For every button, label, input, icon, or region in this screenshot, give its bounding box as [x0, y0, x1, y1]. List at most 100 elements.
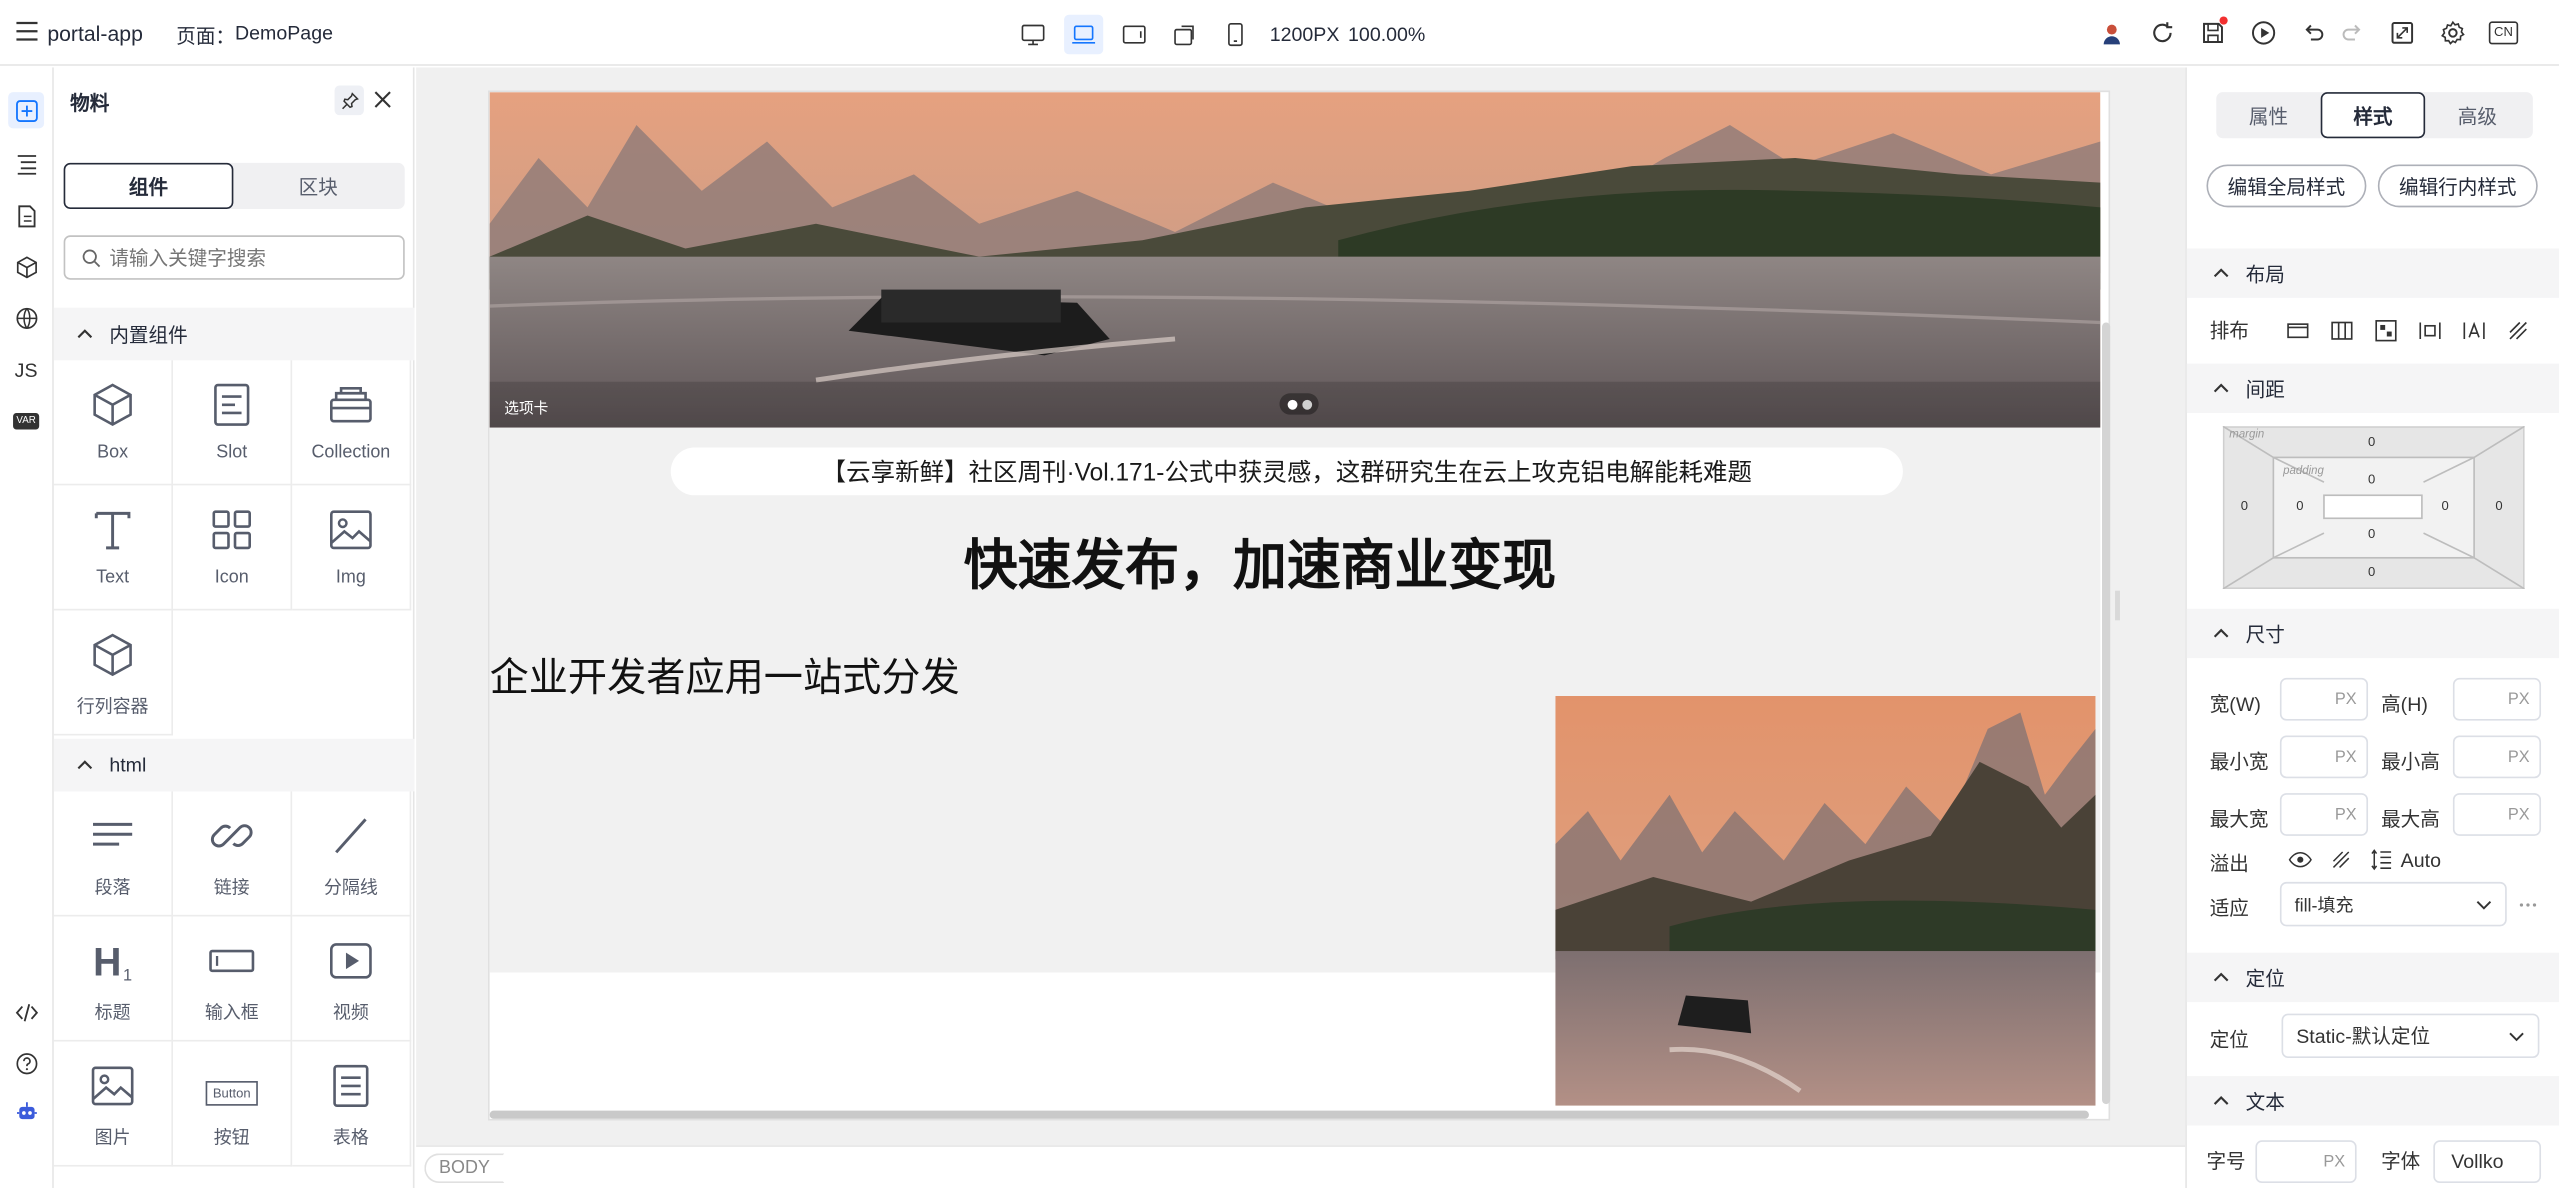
- layout-grid-icon[interactable]: [2373, 318, 2399, 344]
- carousel-dot-active[interactable]: [1286, 399, 1297, 409]
- padding-bottom-value[interactable]: 0: [2368, 527, 2375, 542]
- padding-right-value[interactable]: 0: [2441, 499, 2448, 514]
- help-icon[interactable]: [8, 1045, 44, 1081]
- component-slot[interactable]: Slot: [172, 360, 293, 486]
- component-icon[interactable]: Icon: [172, 485, 293, 611]
- margin-right-value[interactable]: 0: [2495, 499, 2502, 514]
- desktop-icon[interactable]: [1013, 15, 1052, 54]
- carousel-banner[interactable]: 选项卡: [489, 92, 2101, 428]
- close-icon[interactable]: [374, 90, 392, 108]
- globe-icon[interactable]: [8, 299, 44, 335]
- component-link[interactable]: 链接: [172, 791, 293, 917]
- search-field[interactable]: [63, 235, 405, 280]
- max-width-input[interactable]: PX: [2279, 793, 2369, 836]
- edit-inline-style-button[interactable]: 编辑行内样式: [2377, 164, 2538, 208]
- padding-top-value[interactable]: 0: [2368, 472, 2375, 487]
- mobile-icon[interactable]: [1216, 15, 1255, 54]
- page-name[interactable]: DemoPage: [235, 21, 333, 44]
- tablet-rotate-icon[interactable]: [1165, 15, 1204, 54]
- variable-icon[interactable]: VAR: [8, 403, 44, 439]
- tablet-landscape-icon[interactable]: [1115, 15, 1154, 54]
- width-input[interactable]: PX: [2279, 677, 2369, 721]
- layout-none-icon[interactable]: [2505, 318, 2531, 344]
- component-collection[interactable]: Collection: [292, 360, 412, 486]
- max-height-input[interactable]: PX: [2452, 793, 2542, 836]
- component-table[interactable]: 表格: [292, 1041, 412, 1167]
- fullscreen-icon[interactable]: [2383, 13, 2422, 52]
- layout-flex-icon[interactable]: [2329, 318, 2355, 344]
- min-width-input[interactable]: PX: [2279, 735, 2369, 779]
- breadcrumb-body[interactable]: BODY: [424, 1153, 505, 1184]
- news-ticker[interactable]: 【云享新鲜】社区周刊·Vol.171-公式中获灵感，这群研究生在云上攻克铝电解能…: [670, 447, 1903, 496]
- component-picture[interactable]: 图片: [53, 1041, 173, 1167]
- robot-assistant-icon[interactable]: [8, 1093, 44, 1129]
- save-icon[interactable]: [2193, 13, 2232, 52]
- add-component-icon[interactable]: [8, 92, 45, 129]
- page-file-icon[interactable]: [8, 197, 44, 233]
- min-height-input[interactable]: PX: [2452, 735, 2542, 779]
- layout-block-icon[interactable]: [2285, 318, 2311, 344]
- code-source-icon[interactable]: [8, 994, 44, 1030]
- canvas-zoom[interactable]: 100.00%: [1348, 23, 1425, 46]
- panel-resize-handle[interactable]: [2115, 590, 2120, 621]
- tab-advanced[interactable]: 高级: [2425, 101, 2529, 129]
- refresh-icon[interactable]: [2143, 13, 2182, 52]
- section-text[interactable]: 文本: [2186, 1076, 2559, 1126]
- component-text[interactable]: Text: [53, 485, 173, 611]
- margin-top-value[interactable]: 0: [2368, 434, 2375, 449]
- component-divider[interactable]: 分隔线: [292, 791, 412, 917]
- component-button[interactable]: Button 按钮: [172, 1041, 293, 1167]
- settings-gear-icon[interactable]: [2433, 13, 2472, 52]
- section-size[interactable]: 尺寸: [2186, 608, 2559, 659]
- block-cube-icon[interactable]: [8, 248, 44, 284]
- edit-global-style-button[interactable]: 编辑全局样式: [2206, 164, 2367, 208]
- feature-image[interactable]: [1555, 696, 2096, 1106]
- canvas-vertical-scrollbar[interactable]: [2102, 322, 2111, 1105]
- overflow-scroll-icon[interactable]: [2370, 847, 2394, 872]
- tab-components[interactable]: 组件: [63, 162, 234, 209]
- redo-icon[interactable]: [2332, 13, 2371, 52]
- tab-properties[interactable]: 属性: [2216, 101, 2320, 129]
- section-position[interactable]: 定位: [2186, 952, 2559, 1003]
- component-img[interactable]: Img: [292, 485, 412, 611]
- group-html-header[interactable]: html: [53, 738, 415, 792]
- language-cn-icon[interactable]: CN: [2484, 13, 2523, 52]
- js-icon[interactable]: JS: [8, 352, 44, 388]
- layout-inline-block-icon[interactable]: [2417, 318, 2443, 344]
- search-input[interactable]: [109, 245, 387, 270]
- component-heading[interactable]: H1 标题: [53, 916, 173, 1042]
- carousel-dot[interactable]: [1301, 399, 1312, 409]
- outline-tree-icon[interactable]: [8, 145, 44, 181]
- section-spacing[interactable]: 间距: [2186, 363, 2559, 413]
- padding-left-value[interactable]: 0: [2296, 499, 2303, 514]
- tab-blocks[interactable]: 区块: [233, 163, 403, 209]
- eye-visible-icon[interactable]: [2288, 847, 2312, 872]
- margin-left-value[interactable]: 0: [2241, 499, 2248, 514]
- font-family-select[interactable]: Vollko: [2433, 1140, 2542, 1184]
- component-box[interactable]: Box: [53, 360, 173, 486]
- height-input[interactable]: PX: [2452, 677, 2542, 721]
- undo-icon[interactable]: [2295, 13, 2334, 52]
- component-input[interactable]: 输入框: [172, 916, 293, 1042]
- overflow-auto[interactable]: Auto: [2401, 848, 2441, 871]
- position-select[interactable]: Static-默认定位: [2281, 1013, 2540, 1058]
- canvas-horizontal-scrollbar[interactable]: [489, 1110, 2089, 1119]
- font-size-input[interactable]: PX: [2255, 1140, 2357, 1184]
- pin-icon[interactable]: [334, 85, 364, 116]
- component-row-col-container[interactable]: 行列容器: [53, 610, 173, 736]
- menu-icon[interactable]: [16, 21, 38, 41]
- component-video[interactable]: 视频: [292, 916, 412, 1042]
- component-paragraph[interactable]: 段落: [53, 791, 173, 917]
- tab-styles[interactable]: 样式: [2320, 92, 2426, 139]
- group-builtin-header[interactable]: 内置组件: [53, 307, 415, 361]
- canvas-width[interactable]: 1200PX: [1270, 23, 1340, 46]
- laptop-icon[interactable]: [1064, 14, 1104, 55]
- section-layout[interactable]: 布局: [2186, 248, 2559, 298]
- margin-bottom-value[interactable]: 0: [2368, 564, 2375, 579]
- overflow-hidden-icon[interactable]: [2329, 847, 2353, 872]
- object-fit-select[interactable]: fill-填充: [2279, 881, 2507, 927]
- preview-play-icon[interactable]: [2244, 13, 2283, 52]
- more-options-icon[interactable]: [2518, 902, 2538, 909]
- carousel-indicator[interactable]: [1279, 393, 1319, 415]
- canvas-page[interactable]: 选项卡 【云享新鲜】社区周刊·Vol.171-公式中获灵感，这群研究生在云上攻克…: [487, 90, 2111, 1121]
